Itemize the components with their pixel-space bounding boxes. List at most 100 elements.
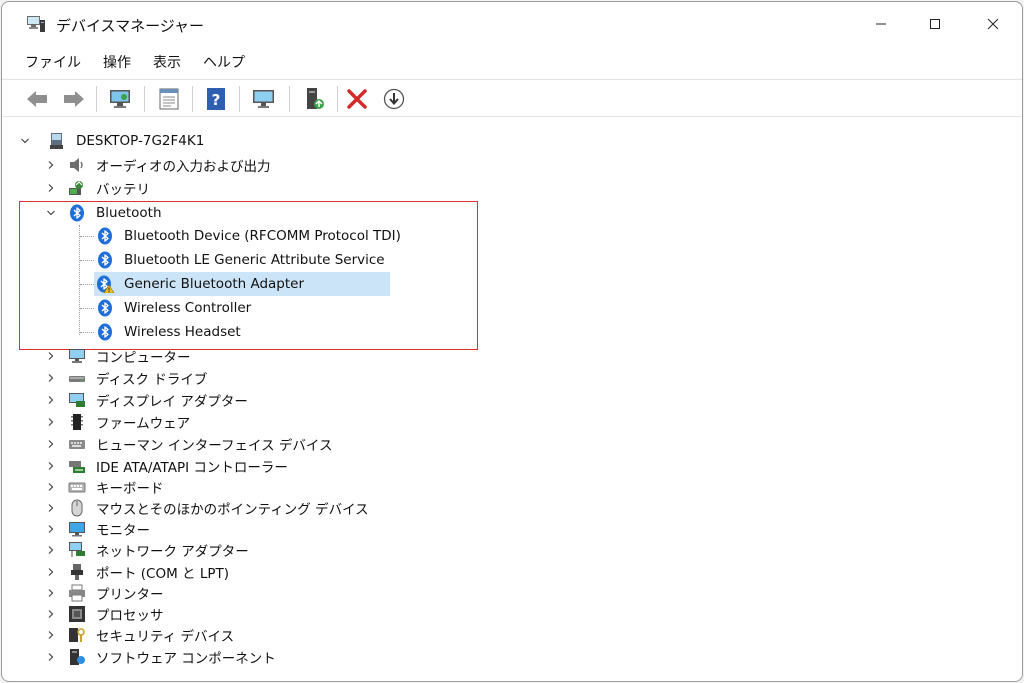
scan-hardware-button[interactable] — [108, 86, 134, 112]
chevron-right-icon[interactable] — [44, 628, 58, 642]
bluetooth-warning-icon — [96, 275, 114, 293]
forward-button[interactable] — [61, 86, 87, 112]
tree-category-label: ディスク ドライブ — [96, 372, 208, 388]
tree-connector-line — [80, 284, 94, 285]
chevron-down-icon[interactable] — [44, 206, 58, 220]
printer-icon — [68, 584, 86, 602]
tree-connector-line — [80, 260, 94, 261]
toolbar-separator — [96, 86, 97, 112]
maximize-button[interactable] — [912, 8, 958, 40]
security-device-icon — [68, 626, 86, 644]
disable-device-icon — [383, 88, 405, 110]
back-button[interactable] — [24, 86, 50, 112]
chevron-right-icon[interactable] — [44, 501, 58, 515]
properties-button[interactable] — [156, 86, 182, 112]
tree-category-label: セキュリティ デバイス — [96, 629, 235, 645]
ide-controller-icon — [68, 457, 86, 475]
chevron-right-icon[interactable] — [44, 181, 58, 195]
tree-category-printer[interactable]: プリンター — [44, 582, 164, 604]
tree-category-monitor[interactable]: モニター — [44, 518, 150, 540]
update-driver-button[interactable] — [301, 86, 327, 112]
tree-category-disk-drive[interactable]: ディスク ドライブ — [44, 367, 207, 389]
tree-device-row-selected[interactable]: Generic Bluetooth Adapter — [94, 272, 390, 296]
forward-arrow-icon — [64, 91, 84, 107]
computer-tower-icon — [48, 132, 66, 150]
chevron-right-icon[interactable] — [44, 522, 58, 536]
tree-category-hid[interactable]: ヒューマン インターフェイス デバイス — [44, 433, 332, 455]
chevron-right-icon[interactable] — [44, 586, 58, 600]
toolbar-separator — [337, 86, 338, 112]
monitor-button[interactable] — [251, 86, 277, 112]
tree-category-display-adapter[interactable]: ディスプレイ アダプター — [44, 389, 248, 411]
chevron-right-icon[interactable] — [44, 393, 58, 407]
help-button[interactable]: ? — [203, 86, 229, 112]
computer-icon — [68, 347, 86, 365]
tree-category-ide-controller[interactable]: IDE ATA/ATAPI コントローラー — [44, 455, 288, 477]
tree-category-firmware[interactable]: ファームウェア — [44, 411, 190, 433]
tree-connector-line — [79, 225, 80, 335]
menu-action[interactable]: 操作 — [92, 50, 142, 74]
chevron-right-icon[interactable] — [44, 607, 58, 621]
firmware-icon — [68, 413, 86, 431]
chevron-right-icon[interactable] — [44, 480, 58, 494]
tree-device-row[interactable]: Bluetooth Device (RFCOMM Protocol TDI) — [96, 225, 401, 247]
tree-category-software-component[interactable]: ソフトウェア コンポーネント — [44, 646, 276, 668]
menu-help[interactable]: ヘルプ — [192, 50, 256, 74]
chevron-right-icon[interactable] — [44, 158, 58, 172]
title-bar[interactable]: デバイスマネージャー — [2, 2, 1022, 46]
tree-category-bluetooth[interactable]: Bluetooth — [44, 202, 162, 224]
monitor-icon — [253, 90, 274, 108]
chevron-right-icon[interactable] — [44, 349, 58, 363]
tree-device-label: Wireless Controller — [124, 300, 252, 316]
tree-category-security-device[interactable]: セキュリティ デバイス — [44, 624, 234, 646]
tree-category-battery[interactable]: バッテリ — [44, 177, 150, 199]
toolbar-separator — [144, 86, 145, 112]
battery-icon — [68, 179, 86, 197]
window-title: デバイスマネージャー — [56, 17, 205, 35]
chevron-right-icon[interactable] — [44, 650, 58, 664]
device-manager-window: デバイスマネージャー ファイル 操作 表示 ヘルプ ? DESKTOP-7G2F… — [1, 1, 1023, 682]
disable-device-button[interactable] — [381, 86, 407, 112]
chevron-right-icon[interactable] — [44, 565, 58, 579]
chevron-right-icon[interactable] — [44, 371, 58, 385]
tree-category-computer[interactable]: コンピューター — [44, 345, 191, 367]
processor-icon — [68, 605, 86, 623]
toolbar-separator — [192, 86, 193, 112]
toolbar: ? — [2, 79, 1022, 117]
tree-category-processor[interactable]: プロセッサ — [44, 603, 164, 625]
tree-device-label: Bluetooth Device (RFCOMM Protocol TDI) — [124, 228, 401, 244]
menu-file[interactable]: ファイル — [14, 50, 92, 74]
tree-category-label: ソフトウェア コンポーネント — [96, 651, 276, 667]
tree-device-label: Wireless Headset — [124, 324, 241, 340]
chevron-right-icon[interactable] — [44, 437, 58, 451]
properties-icon — [159, 88, 179, 110]
tree-root[interactable]: DESKTOP-7G2F4K1 — [18, 130, 204, 152]
chevron-down-icon[interactable] — [18, 134, 32, 148]
tree-category-label: コンピューター — [96, 350, 191, 366]
tree-device-row[interactable]: Bluetooth LE Generic Attribute Service — [96, 249, 392, 271]
chevron-right-icon[interactable] — [44, 415, 58, 429]
hid-icon — [68, 435, 86, 453]
tree-device-row[interactable]: Wireless Controller — [96, 297, 392, 319]
speaker-icon — [68, 156, 86, 174]
tree-device-row[interactable]: Wireless Headset — [96, 321, 392, 343]
tree-device-label: Bluetooth LE Generic Attribute Service — [124, 252, 385, 268]
menu-view[interactable]: 表示 — [142, 50, 192, 74]
minimize-button[interactable] — [858, 8, 904, 40]
device-tree: DESKTOP-7G2F4K1 オーディオの入力および出力 バッテリ Bluet… — [2, 118, 1022, 681]
chevron-right-icon[interactable] — [44, 459, 58, 473]
bluetooth-icon — [68, 204, 86, 222]
tree-category-label: IDE ATA/ATAPI コントローラー — [96, 460, 288, 476]
device-manager-app-icon — [26, 15, 46, 33]
tree-category-mouse[interactable]: マウスとそのほかのポインティング デバイス — [44, 497, 369, 519]
tree-category-port[interactable]: ポート (COM と LPT) — [44, 561, 229, 583]
uninstall-device-button[interactable] — [344, 86, 370, 112]
close-button[interactable] — [970, 8, 1016, 40]
tree-category-network-adapter[interactable]: ネットワーク アダプター — [44, 539, 249, 561]
tree-category-label: オーディオの入力および出力 — [96, 159, 271, 175]
chevron-right-icon[interactable] — [44, 543, 58, 557]
uninstall-x-icon — [347, 89, 367, 109]
tree-category-audio[interactable]: オーディオの入力および出力 — [44, 154, 271, 176]
tree-category-keyboard[interactable]: キーボード — [44, 476, 164, 498]
tree-category-label: バッテリ — [96, 182, 150, 198]
